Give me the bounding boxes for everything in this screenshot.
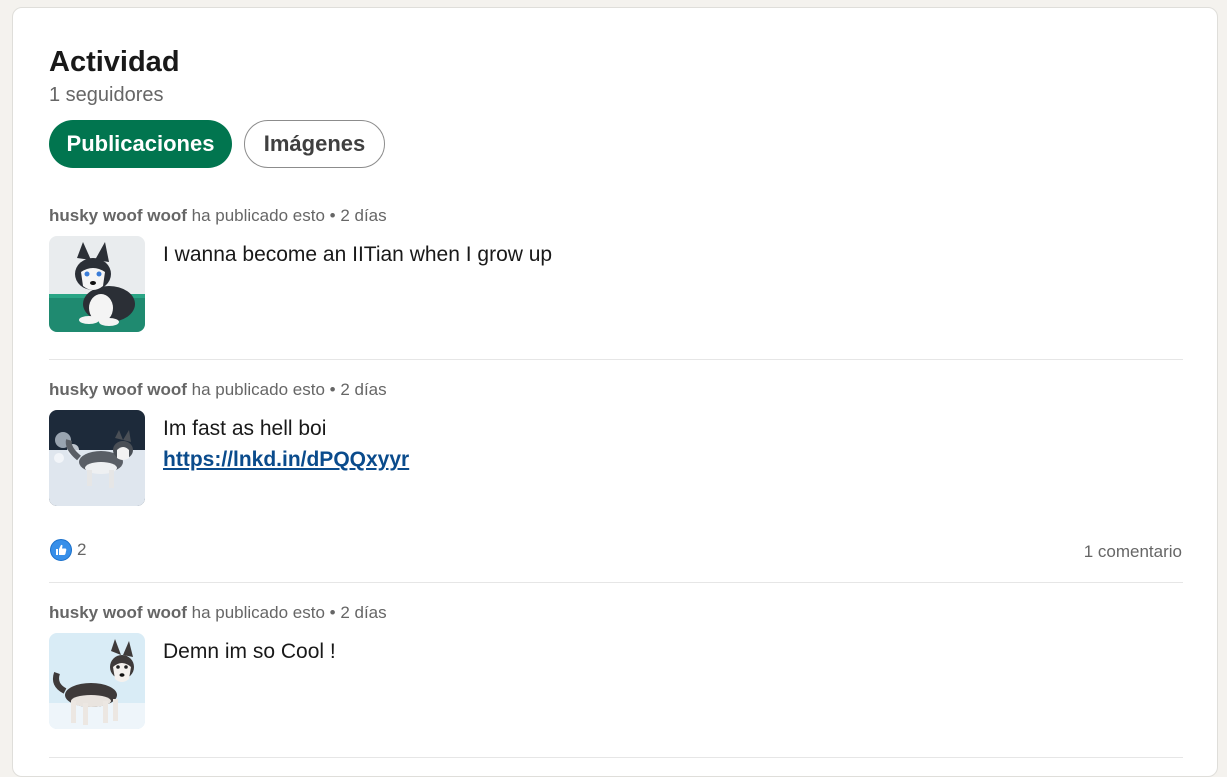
comments-count[interactable]: 1 comentario [1084,542,1182,562]
post-author[interactable]: husky woof woof [49,603,187,622]
post-divider [49,582,1183,583]
post-time: 2 días [340,380,387,399]
post-time: 2 días [340,206,387,225]
post-link[interactable]: https://lnkd.in/dPQQxyyr [163,444,409,475]
post-action: ha publicado esto [191,206,325,225]
post-divider [49,757,1183,758]
post-thumbnail[interactable] [49,633,145,729]
husky-running-snow-image [49,410,145,506]
post-thumbnail[interactable] [49,236,145,332]
post-body: Im fast as hell boi [163,417,327,440]
post-separator: • [329,603,336,622]
post-divider [49,359,1183,360]
post-header: husky woof woof ha publicado esto • 2 dí… [49,603,387,623]
like-icon [49,538,73,562]
post-separator: • [329,206,336,225]
activity-card: Actividad 1 seguidores Publicaciones Imá… [12,7,1218,777]
husky-snow-image [49,633,145,729]
post-thumbnail[interactable] [49,410,145,506]
post-time: 2 días [340,603,387,622]
post-text: Demn im so Cool ! [163,636,336,667]
followers-count[interactable]: 1 seguidores [49,84,164,107]
post-separator: • [329,380,336,399]
post-author[interactable]: husky woof woof [49,206,187,225]
post-header: husky woof woof ha publicado esto • 2 dí… [49,380,387,400]
post-text: Im fast as hell boi https://lnkd.in/dPQQ… [163,413,409,475]
post-body: I wanna become an IITian when I grow up [163,243,553,266]
reactions-summary[interactable]: 2 [49,538,86,562]
post-action: ha publicado esto [191,380,325,399]
post-author[interactable]: husky woof woof [49,380,187,399]
tab-imagenes[interactable]: Imágenes [244,120,385,168]
section-title: Actividad [49,46,180,78]
husky-puppy-image [49,236,145,332]
reaction-count: 2 [77,540,87,559]
post-body: Demn im so Cool ! [163,640,336,663]
post-header: husky woof woof ha publicado esto • 2 dí… [49,206,387,226]
tab-publicaciones[interactable]: Publicaciones [49,120,232,168]
post-action: ha publicado esto [191,603,325,622]
post-text: I wanna become an IITian when I grow up [163,239,552,270]
